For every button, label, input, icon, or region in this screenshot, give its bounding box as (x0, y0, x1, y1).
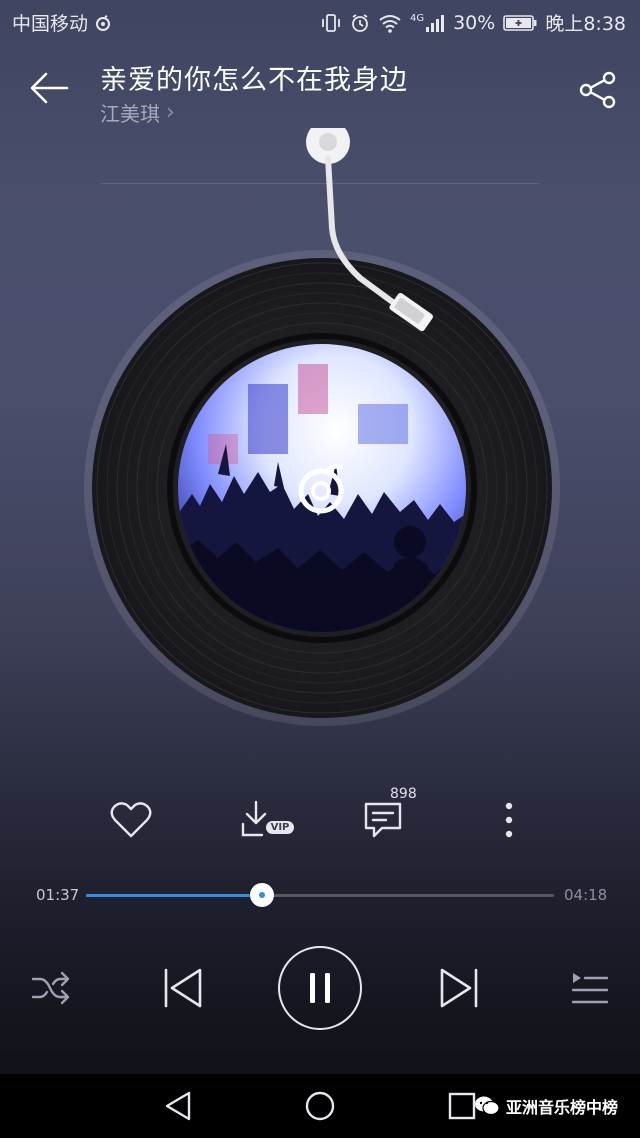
comment-icon (364, 802, 402, 838)
wechat-icon (475, 1096, 500, 1116)
progress-bar: 01:37 04:18 (0, 876, 640, 916)
shuffle-icon (31, 971, 70, 1005)
heart-icon (110, 802, 152, 838)
watermark-text: 亚洲音乐榜中榜 (506, 1098, 619, 1117)
arrow-left-icon (30, 72, 69, 104)
more-vertical-icon (505, 802, 513, 838)
vibrate-icon (320, 13, 342, 33)
artist-link[interactable]: 江美琪 › (100, 98, 175, 127)
song-title: 亲爱的你怎么不在我身边 (100, 65, 408, 96)
nav-home-button[interactable] (300, 1086, 340, 1126)
seek-thumb[interactable] (249, 883, 274, 907)
circle-home-icon (305, 1091, 335, 1121)
carrier-name: 中国移动 (12, 13, 89, 35)
playlist-icon (571, 973, 609, 1004)
seek-track[interactable] (86, 883, 554, 907)
total-time: 04:18 (564, 886, 608, 904)
download-vip-icon (241, 800, 266, 837)
seek-thumb-dot (258, 892, 265, 898)
pause-icon (310, 973, 330, 1003)
playback-controls (0, 944, 640, 1032)
alarm-icon (350, 13, 370, 33)
tonearm (306, 128, 433, 332)
nav-back-button[interactable] (158, 1086, 198, 1126)
status-right: 4G 30% 晚上8:38 (320, 9, 626, 36)
current-time: 01:37 (36, 886, 80, 904)
action-row: VIP 898 (0, 786, 640, 850)
watermark: 亚洲音乐榜中榜 (474, 1094, 618, 1118)
like-button[interactable] (108, 790, 154, 850)
battery-icon (503, 14, 537, 32)
playlist-button[interactable] (566, 966, 612, 1010)
shuffle-button[interactable] (28, 968, 74, 1008)
square-recents-icon (448, 1092, 476, 1120)
previous-icon (164, 968, 202, 1008)
signal-icon: 4G (410, 13, 445, 33)
network-type: 4G (409, 12, 425, 24)
carrier-group: 中国移动 (12, 9, 112, 36)
chevron-right-icon: › (166, 100, 175, 125)
previous-button[interactable] (156, 964, 208, 1012)
clock: 晚上8:38 (545, 13, 626, 35)
netease-logo-icon (298, 463, 344, 514)
battery-percent: 30% (453, 11, 496, 34)
next-button[interactable] (434, 964, 486, 1012)
seek-fill (86, 894, 262, 897)
status-bar: 中国移动 4G 30% 晚上8:38 (0, 0, 640, 44)
comment-count: 898 (390, 786, 417, 802)
player-screen: 中国移动 4G 30% 晚上8:38 亲爱的你怎么不在我身边 江美琪 › VIP… (0, 0, 640, 1138)
share-icon (579, 71, 616, 109)
download-button[interactable]: VIP (236, 790, 298, 850)
artist-name: 江美琪 (100, 102, 160, 126)
share-button[interactable] (576, 68, 620, 112)
back-button[interactable] (26, 68, 72, 108)
more-button[interactable] (492, 790, 526, 850)
album-cover (178, 344, 466, 632)
system-nav-bar: 亚洲音乐榜中榜 (0, 1074, 640, 1138)
vip-badge: VIP (265, 820, 295, 834)
next-icon (440, 968, 478, 1008)
wifi-icon (378, 13, 402, 33)
player-header: 亲爱的你怎么不在我身边 江美琪 › (0, 50, 640, 184)
triangle-back-icon (165, 1091, 191, 1121)
netease-status-icon (94, 14, 112, 32)
pause-button[interactable] (278, 946, 362, 1030)
